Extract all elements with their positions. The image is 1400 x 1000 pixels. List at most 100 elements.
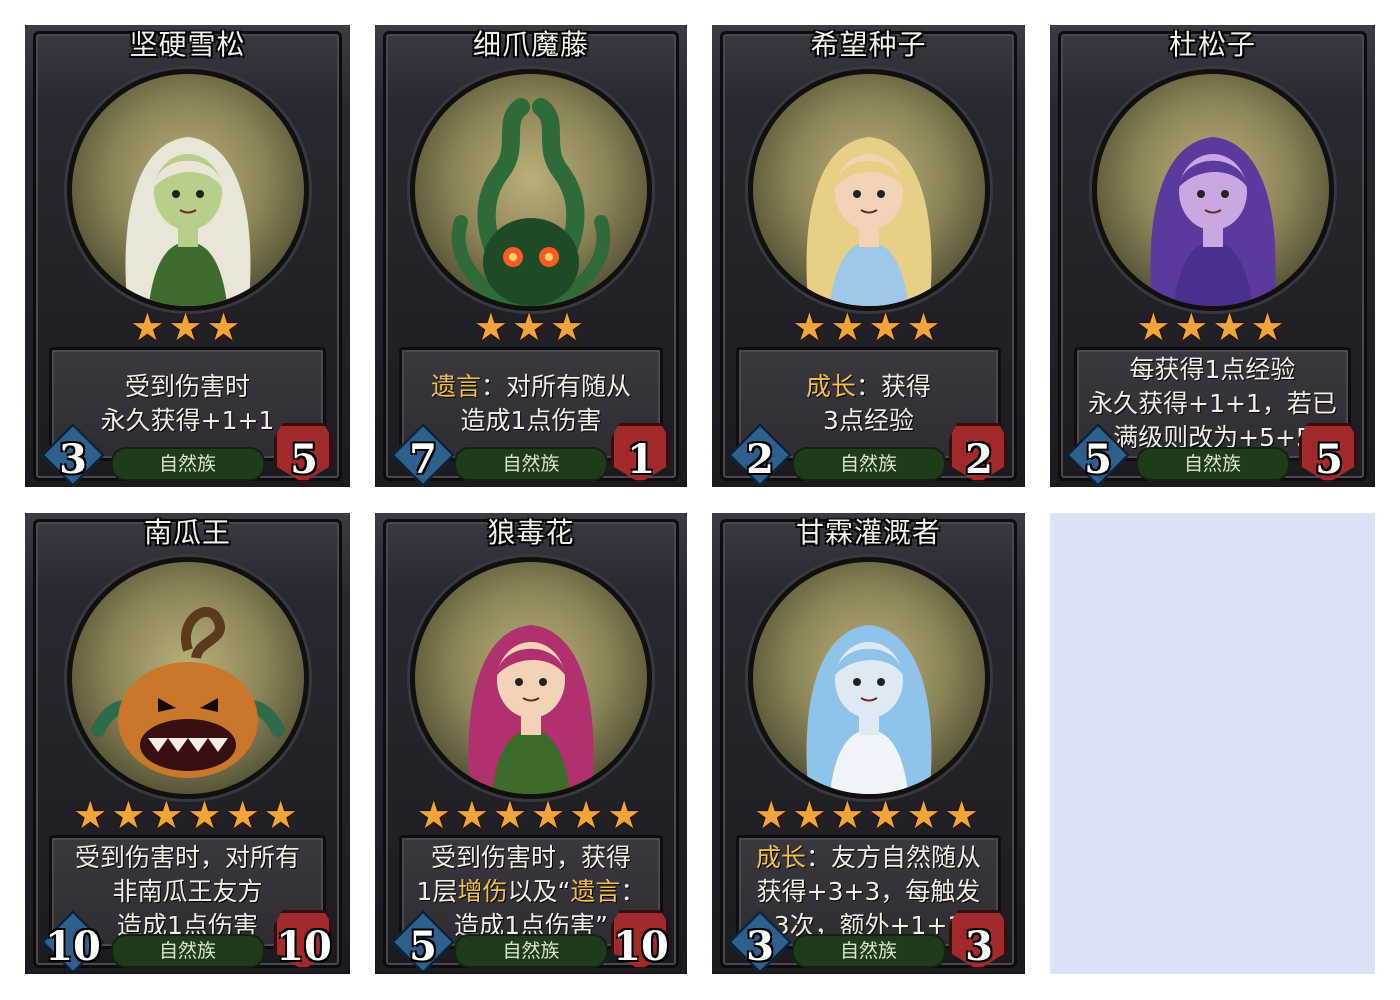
health-value: 5 [290,436,318,483]
attack-value: 3 [746,923,774,970]
star-rating: ★★★★ [792,305,945,349]
health-value: 10 [613,923,669,970]
desc-text: ：对所有随从 [481,372,632,401]
attack-value: 10 [45,923,101,970]
star-rating: ★★★★★★ [754,793,983,837]
desc-text: 1层 [416,877,458,906]
health-badge: 5 [272,423,336,485]
desc-line: 受到伤害时，对所有 [75,841,300,875]
health-value: 3 [965,923,993,970]
desc-line: 永久获得+1+1 [101,404,275,438]
tribe-label: 自然族 [454,934,608,968]
card-wolfsbane[interactable]: 狼毒花 ★★★★★★ 受到伤害时，获得 1层增伤以及“遗言： 造成1点伤害” 5 自… [375,513,687,974]
desc-text: 受到伤害时，获得 [430,843,631,872]
health-badge: 5 [1297,423,1361,485]
desc-text: 获得+3+3，每触发 [756,877,981,906]
card-portrait [410,557,652,799]
card-name: 南瓜王 [143,516,231,549]
card-juniper[interactable]: 杜松子 ★★★★ 每获得1点经验 永久获得+1+1，若已 满级则改为+5+5 5 自… [1050,25,1375,487]
tribe-label: 自然族 [791,934,946,968]
character-art [1103,92,1323,306]
health-badge: 10 [609,910,673,972]
desc-line: 成长：获得 [806,370,931,404]
keyword-text[interactable]: 成长 [806,372,856,401]
card-rain-irrigator[interactable]: 甘霖灌溉者 ★★★★★★ 成长：友方自然随从 获得+3+3，每触发 3次，额外+1+… [712,513,1025,974]
health-value: 10 [276,923,332,970]
desc-line: 1层增伤以及“遗言： [417,875,646,909]
desc-line: 造成1点伤害 [461,404,602,438]
card-pumpkin-king[interactable]: 南瓜王 ★★★★★★ 受到伤害时，对所有 非南瓜王友方 造成1点伤害 10 自然族 … [25,513,350,974]
character-art [431,92,631,306]
card-hope-seed[interactable]: 希望种子 ★★★★ 成长：获得 3点经验 2 自然族 2 [712,25,1025,487]
character-art [759,92,979,306]
desc-line: 成长：友方自然随从 [756,841,981,875]
character-art [78,92,298,306]
keyword-text[interactable]: 遗言 [431,372,481,401]
card-portrait [66,69,309,311]
health-badge: 10 [272,910,336,972]
attack-value: 3 [59,436,87,483]
card-portrait [410,69,652,311]
desc-text: ：友方自然随从 [806,843,982,872]
desc-text: 每获得1点经验 [1129,355,1296,384]
attack-badge: 3 [41,423,105,487]
desc-text: 非南瓜王友方 [112,877,263,906]
desc-text: ： [620,877,646,906]
card-name: 狼毒花 [487,516,575,549]
keyword-text[interactable]: 增伤 [457,877,507,906]
card-portrait [747,557,990,799]
character-art [759,580,979,794]
desc-text: 永久获得+1+1，若已 [1088,389,1337,418]
tribe-label: 自然族 [454,447,608,481]
character-art [421,580,641,794]
card-portrait [66,557,309,799]
star-rating: ★★★ [130,305,245,349]
card-name: 坚硬雪松 [129,28,246,61]
desc-text: 造成1点伤害 [460,406,602,435]
desc-text: 以及“ [507,877,571,906]
card-name: 甘霖灌溉者 [795,516,941,549]
card-hard-cedar[interactable]: 坚硬雪松 ★★★ 受到伤害时永久获得+1+1 3 自然族 5 [25,25,350,487]
desc-line: 受到伤害时，获得 [431,841,631,875]
keyword-text[interactable]: 成长 [756,843,806,872]
tribe-label: 自然族 [110,934,265,968]
attack-badge: 3 [728,910,792,974]
attack-badge: 10 [41,910,105,974]
card-name: 细爪魔藤 [472,28,589,61]
desc-line: 非南瓜王友方 [112,875,262,909]
attack-value: 2 [746,436,774,483]
health-value: 5 [1315,436,1343,483]
desc-text: 3点经验 [823,406,914,435]
card-portrait [747,69,990,311]
card-name: 杜松子 [1168,28,1256,61]
star-rating: ★★★★★★ [416,793,646,837]
health-badge: 1 [609,423,673,485]
attack-badge: 5 [391,910,455,974]
tribe-label: 自然族 [110,447,265,481]
health-badge: 2 [947,423,1011,485]
desc-text: 受到伤害时，对所有 [74,843,300,872]
desc-line: 获得+3+3，每触发 [757,875,981,909]
desc-line: 3点经验 [823,404,914,438]
card-name: 希望种子 [810,28,927,61]
desc-line: 受到伤害时 [125,370,250,404]
health-value: 2 [965,436,993,483]
keyword-text[interactable]: 遗言 [570,877,620,906]
attack-badge: 5 [1066,423,1130,487]
empty-card-slot [1050,513,1375,974]
attack-value: 7 [409,436,437,483]
tribe-label: 自然族 [1135,447,1290,481]
attack-value: 5 [409,923,437,970]
health-value: 1 [627,436,655,483]
star-rating: ★★★★ [1136,305,1289,349]
card-thin-claw-vine[interactable]: 细爪魔藤 ★★★ 遗言：对所有随从 造成1点伤害 7 自然族 1 [375,25,687,487]
tribe-label: 自然族 [791,447,946,481]
star-rating: ★★★ [473,305,589,349]
desc-line: 遗言：对所有随从 [431,370,631,404]
attack-badge: 7 [391,423,455,487]
desc-text: 受到伤害时 [124,372,250,401]
attack-value: 5 [1084,436,1112,483]
star-rating: ★★★★★★ [73,793,302,837]
desc-line: 每获得1点经验 [1130,353,1296,387]
desc-text: 永久获得+1+1 [100,406,275,435]
